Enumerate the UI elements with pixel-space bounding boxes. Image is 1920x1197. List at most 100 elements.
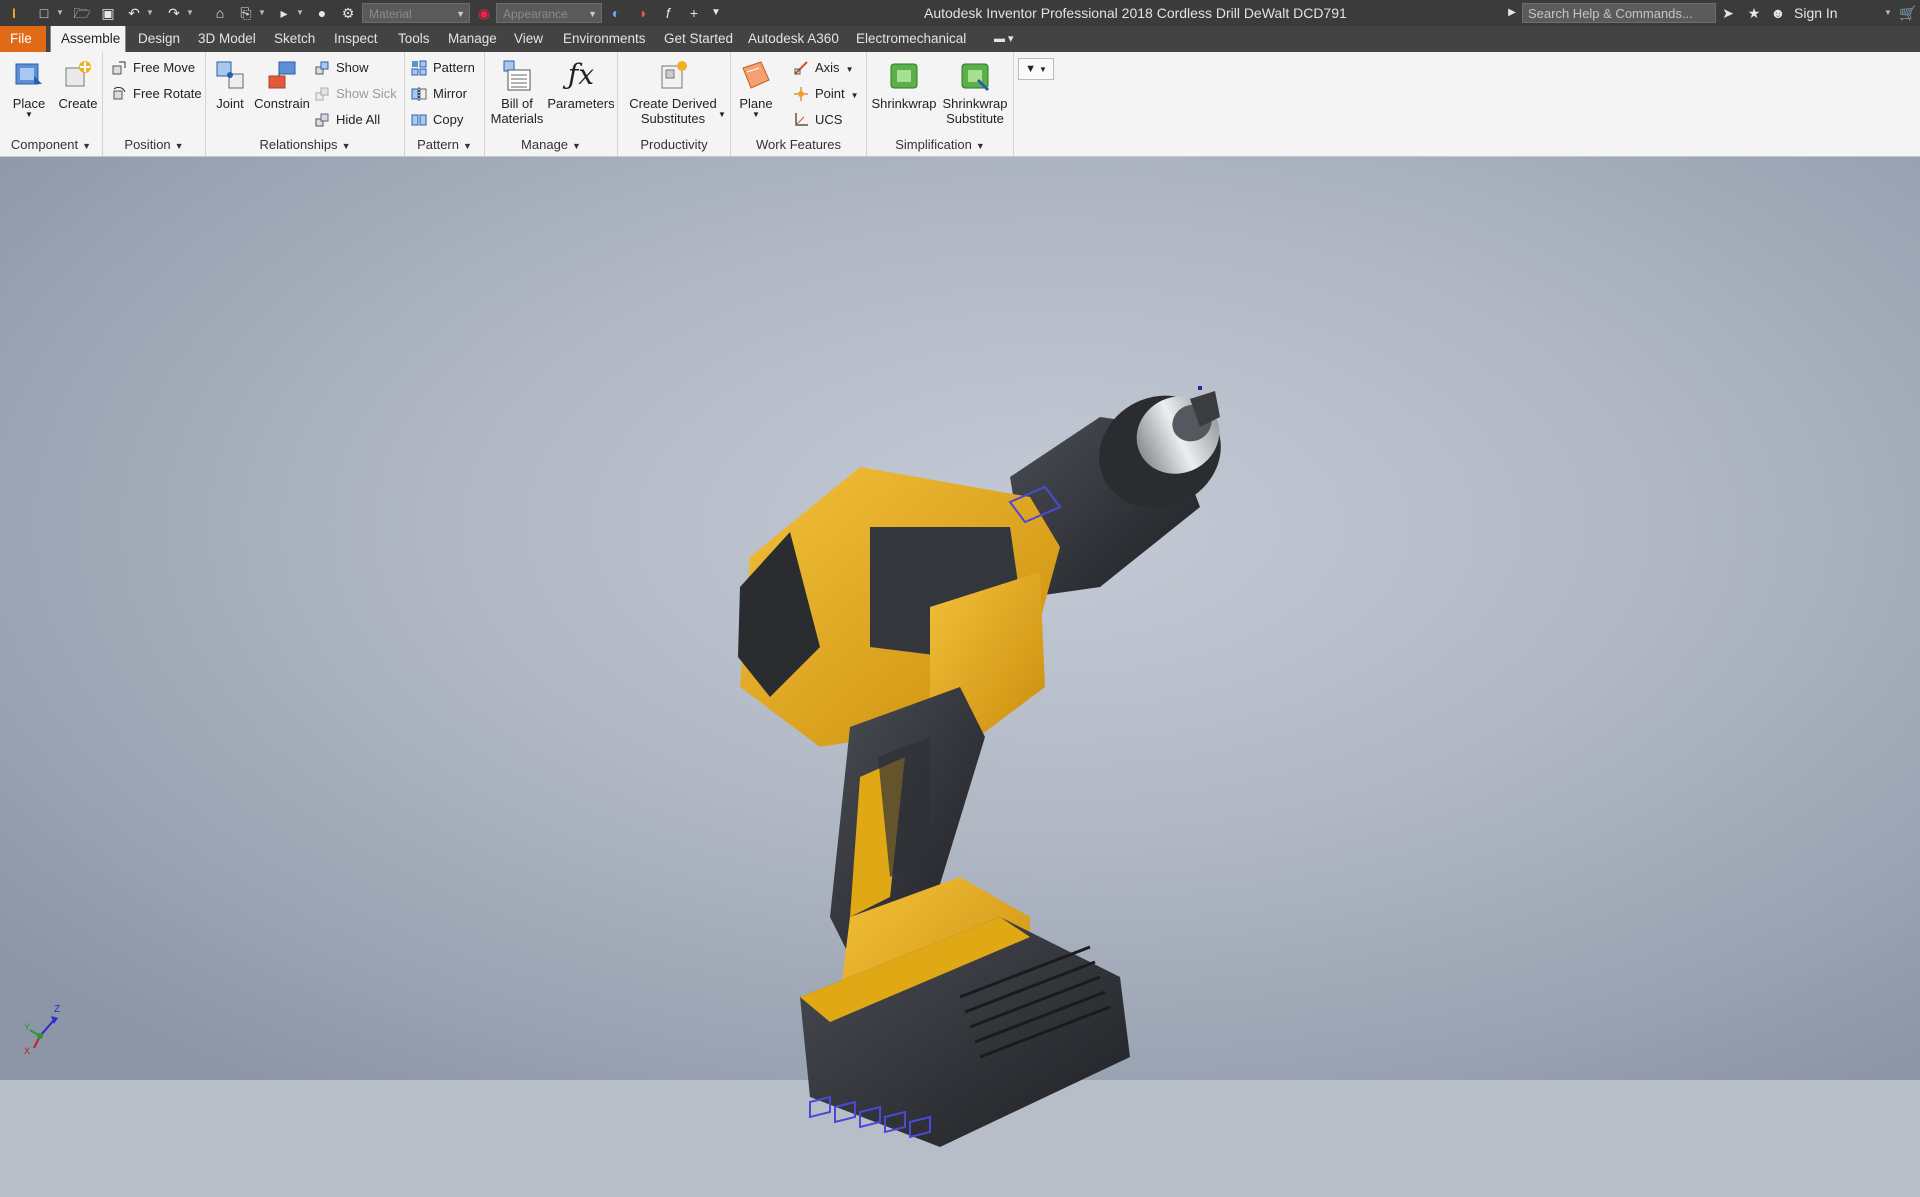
panel-label-manage[interactable]: Manage ▼ <box>485 136 617 154</box>
appearance-icon[interactable]: ◉ <box>474 4 494 22</box>
create-derived-substitutes-button[interactable]: Create Derived Substitutes <box>620 58 726 126</box>
ucs-label: UCS <box>815 112 843 127</box>
point-button[interactable]: Point ▼ <box>793 83 859 105</box>
pin-icon[interactable]: ➤ <box>1718 4 1738 22</box>
free-rotate-button[interactable]: Free Rotate <box>111 83 202 105</box>
chevron-right-icon[interactable]: ▶ <box>1502 4 1522 22</box>
bill-of-materials-button[interactable]: Bill of Materials <box>487 58 547 126</box>
plane-label: Plane <box>739 96 773 111</box>
shrinkwrap-substitute-button[interactable]: Shrinkwrap Substitute <box>939 58 1011 126</box>
copy-button[interactable]: Copy <box>411 109 463 131</box>
panel-label-simplification[interactable]: Simplification ▼ <box>867 136 1013 154</box>
ribbon-options-icon[interactable]: ▬ ▾ <box>984 26 1024 52</box>
free-rotate-label: Free Rotate <box>133 86 202 101</box>
show-sick-label: Show Sick <box>336 86 397 101</box>
sign-in-link[interactable]: Sign In <box>1794 0 1838 26</box>
save-icon[interactable]: ▣ <box>98 4 118 22</box>
show-button[interactable]: Show <box>314 57 369 79</box>
shrinkwrap-icon <box>887 58 921 92</box>
star-icon[interactable]: ★ <box>1744 4 1764 22</box>
tab-3d-model[interactable]: 3D Model <box>188 26 266 52</box>
panel-label-relationships[interactable]: Relationships ▼ <box>206 136 404 154</box>
pattern-button[interactable]: Pattern <box>411 57 475 79</box>
create-icon <box>61 58 95 92</box>
tab-autodesk-a360[interactable]: Autodesk A360 <box>738 26 849 52</box>
shrinkwrap-button[interactable]: Shrinkwrap <box>871 58 937 111</box>
plus-icon[interactable]: + <box>684 4 704 22</box>
chevron-down-icon[interactable]: ▼ <box>296 5 304 21</box>
undo-icon[interactable]: ↶ <box>124 4 144 22</box>
panel-label-position[interactable]: Position ▼ <box>103 136 205 154</box>
show-icon <box>314 60 330 76</box>
open-icon[interactable]: 🗁 <box>72 4 92 22</box>
view-triad-icon[interactable]: Z Y X <box>22 1000 72 1055</box>
app-title: Autodesk Inventor Professional 2018 Cord… <box>924 5 1347 21</box>
settings-icon[interactable]: ⚙ <box>338 4 358 22</box>
chevron-down-icon[interactable]: ▼ <box>718 110 726 119</box>
cart-icon[interactable]: 🛒 <box>1898 4 1918 22</box>
tab-get-started[interactable]: Get Started <box>654 26 743 52</box>
print-icon[interactable]: ⎘ <box>236 4 256 22</box>
panel-label-pattern[interactable]: Pattern ▼ <box>405 136 484 154</box>
tab-assemble[interactable]: Assemble <box>50 26 126 52</box>
constrain-icon <box>265 58 299 92</box>
place-button[interactable]: Place ▼ <box>8 58 50 119</box>
create-button[interactable]: Create <box>56 58 100 111</box>
clear-icon[interactable]: ◑ <box>632 4 652 22</box>
axis-button[interactable]: Axis ▼ <box>793 57 853 79</box>
shrinkwrap-substitute-label-line2: Substitute <box>946 111 1004 126</box>
ribbon: Place ▼ Create Component ▼ Free Move Free… <box>0 52 1920 157</box>
tab-electromechanical[interactable]: Electromechanical <box>846 26 976 52</box>
chevron-down-icon[interactable]: ▼ <box>186 5 194 21</box>
ribbon-overflow-dropdown[interactable]: ▼ ▼ <box>1018 58 1054 80</box>
tab-manage[interactable]: Manage <box>438 26 507 52</box>
show-sick-icon <box>314 86 330 102</box>
show-sick-button[interactable]: Show Sick <box>314 83 397 105</box>
panel-work-features: Plane ▼ Axis ▼ Point ▼ UCS Work Features <box>731 52 867 156</box>
triad-x-label: X <box>24 1046 30 1055</box>
chevron-down-icon[interactable]: ▼ <box>1884 5 1892 21</box>
hide-all-button[interactable]: Hide All <box>314 109 380 131</box>
update-icon[interactable]: ● <box>312 4 332 22</box>
redo-icon[interactable]: ↷ <box>164 4 184 22</box>
joint-button[interactable]: Joint <box>210 58 250 111</box>
new-icon[interactable]: □ <box>34 4 54 22</box>
tab-file[interactable]: File <box>0 26 46 52</box>
drill-model[interactable] <box>700 357 1260 1197</box>
chevron-down-icon: ▼ <box>341 141 351 151</box>
material-combo[interactable]: Material ▼ <box>362 3 470 23</box>
parameters-button[interactable]: ƒx Parameters <box>547 58 615 111</box>
tab-inspect[interactable]: Inspect <box>324 26 388 52</box>
panel-label-text: Position <box>124 137 171 152</box>
customize-icon[interactable]: ▼ <box>706 4 726 22</box>
adjust-icon[interactable]: ◐ <box>606 4 626 22</box>
mirror-button[interactable]: Mirror <box>411 83 467 105</box>
panel-label-component[interactable]: Component ▼ <box>0 136 102 154</box>
home-icon[interactable]: ⌂ <box>210 4 230 22</box>
navigation-point <box>1198 386 1202 390</box>
tab-tools[interactable]: Tools <box>388 26 440 52</box>
pattern-icon <box>411 60 427 76</box>
chevron-down-icon[interactable]: ▼ <box>146 5 154 21</box>
help-search-input[interactable]: Search Help & Commands... <box>1522 3 1716 23</box>
constrain-button[interactable]: Constrain <box>252 58 312 111</box>
chevron-down-icon[interactable]: ▼ <box>56 5 64 21</box>
tab-design[interactable]: Design <box>128 26 190 52</box>
appearance-combo[interactable]: Appearance ▼ <box>496 3 602 23</box>
fx-icon[interactable]: f <box>658 4 678 22</box>
plane-button[interactable]: Plane ▼ <box>735 58 777 119</box>
chevron-down-icon: ▼ <box>1038 65 1047 74</box>
panel-label-text: Relationships <box>259 137 338 152</box>
chevron-down-icon[interactable]: ▼ <box>258 5 266 21</box>
graphics-viewport[interactable]: Z Y X <box>0 157 1920 1147</box>
tab-environments[interactable]: Environments <box>553 26 656 52</box>
tab-view[interactable]: View <box>504 26 553 52</box>
panel-label-text: Pattern <box>417 137 459 152</box>
ucs-button[interactable]: UCS <box>793 109 842 131</box>
tab-sketch[interactable]: Sketch <box>264 26 325 52</box>
select-icon[interactable]: ▸ <box>274 4 294 22</box>
inventor-logo-icon[interactable]: I <box>4 4 24 22</box>
free-move-button[interactable]: Free Move <box>111 57 195 79</box>
ribbon-tab-bar: File Assemble Design 3D Model Sketch Ins… <box>0 26 1920 52</box>
panel-relationships: Joint Constrain Show Show Sick Hide All … <box>206 52 405 156</box>
